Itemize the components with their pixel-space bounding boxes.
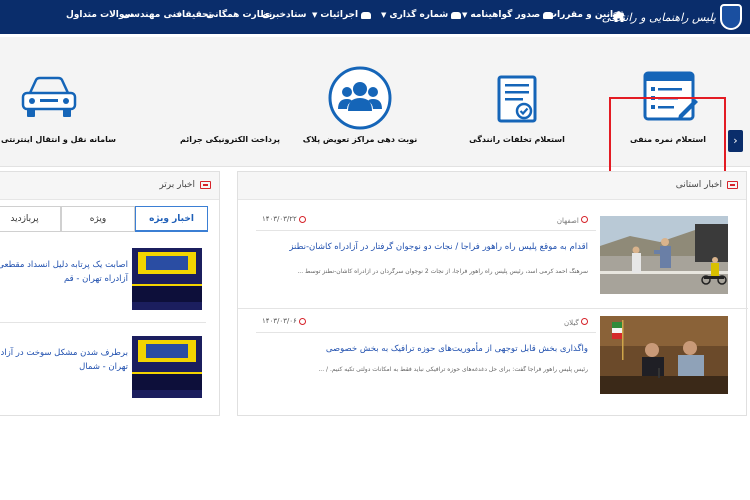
car-icon (543, 11, 554, 19)
news-title[interactable]: اقدام به موقع پلیس راه راهور فراجا / نجا… (248, 240, 588, 254)
news-date: ۱۴۰۳/۰۳/۰۶ (262, 317, 306, 325)
service-fine-payment[interactable]: پرداخت الکترونیکی جرائم (165, 37, 295, 167)
top-news-panel: اخبار برتر اخبار ویژه ویژه پربازدید اصاب… (0, 171, 220, 416)
news-province: اصفهان (557, 216, 588, 225)
service-vehicle-transfer[interactable]: سامانه نقل و انتقال اینترنتی خودرو (0, 37, 116, 167)
divider (0, 322, 206, 323)
nav-item-laws[interactable]: قوانین و مقررات (548, 10, 625, 20)
news-summary: رئیس پلیس راهور فراجا گفت: برای حل دغدغه… (318, 366, 588, 373)
tab-most-viewed[interactable]: پربازدید (0, 206, 61, 232)
news-item[interactable]: اصفهان ۱۴۰۳/۰۳/۲۲ اقدام به موقع پلیس راه… (238, 210, 748, 302)
location-pin-icon (581, 216, 588, 223)
top-news-tabs: اخبار ویژه ویژه پربازدید (0, 206, 208, 232)
top-news-item[interactable]: برطرف شدن مشکل سوخت در آزادراه تهران - ش… (0, 332, 220, 412)
location-pin-icon (581, 318, 588, 325)
top-navbar: پلیس راهنمایی و رانندگی قوانین و مقررات … (0, 0, 750, 34)
car-icon (451, 11, 462, 19)
chevron-down-icon: ▼ (381, 11, 387, 19)
document-check-icon (497, 75, 537, 123)
chevron-down-icon: ▼ (312, 11, 318, 19)
newspaper-icon (200, 181, 211, 189)
provincial-news-panel: اخبار استانی اصفهان ۱۴۰۳/۰۳/۲۲ اقدام به … (237, 171, 748, 416)
nav-label: قوانین و مقررات (548, 10, 625, 20)
group-users-icon (328, 66, 392, 130)
nav-label: صدور گواهینامه (470, 10, 541, 20)
panel-header: اخبار برتر (0, 172, 219, 200)
news-title[interactable]: واگذاری بخش قابل توجهی از مأموریت‌های حو… (248, 342, 588, 356)
nav-item-plates[interactable]: شماره گذاری ▼ (381, 10, 462, 20)
nav-item-public-oversight[interactable]: نظارت همگانی (206, 10, 272, 20)
panel-title: اخبار استانی (675, 180, 722, 190)
nav-item-faq[interactable]: سوالات متداول (66, 10, 133, 20)
service-label: استعلام تخلفات رانندگی (469, 135, 565, 144)
news-item[interactable]: گیلان ۱۴۰۳/۰۳/۰۶ واگذاری بخش قابل توجهی … (238, 312, 748, 404)
news-thumbnail[interactable] (600, 316, 728, 394)
nav-item-enforcement[interactable]: اجرائیات ▼ (312, 10, 372, 20)
tab-special[interactable]: ویژه (61, 206, 135, 232)
newspaper-icon (727, 181, 738, 189)
service-label: سامانه نقل و انتقال اینترنتی خودرو (0, 135, 116, 144)
divider (238, 308, 748, 309)
panel-header: اخبار استانی (238, 172, 746, 200)
nav-label: اجرائیات (320, 10, 359, 20)
chevron-down-icon: ▼ (462, 11, 468, 19)
road-rescue-photo (600, 216, 728, 294)
nav-label: شماره گذاری (389, 10, 449, 20)
news-thumbnail[interactable] (600, 216, 728, 294)
service-label: پرداخت الکترونیکی جرائم (179, 135, 281, 144)
nav-item-license[interactable]: صدور گواهینامه ▼ (462, 10, 554, 20)
news-title[interactable]: برطرف شدن مشکل سوخت در آزادراه تهران - ش… (0, 346, 128, 374)
clock-icon (298, 215, 306, 223)
news-summary: سرهنگ احمد کرمی اسد، رئیس پلیس راه راهور… (297, 268, 588, 275)
police-shield-icon (720, 4, 742, 30)
clock-icon (298, 317, 306, 325)
car-icon (361, 11, 372, 19)
tab-featured-news[interactable]: اخبار ویژه (135, 206, 208, 232)
service-label: نوبت دهی مراکز تعویض پلاک (302, 135, 418, 144)
meeting-photo (600, 316, 728, 394)
service-violations-inquiry[interactable]: استعلام تخلفات رانندگی (452, 37, 582, 167)
divider (256, 332, 596, 333)
chevron-right-icon[interactable]: › (728, 130, 743, 152)
top-news-item[interactable]: اصابت یک پرتابه دلیل انسداد مقطعی آزادرا… (0, 244, 220, 324)
divider (256, 230, 596, 231)
news-province: گیلان (564, 318, 588, 327)
panel-title: اخبار برتر (159, 180, 195, 190)
services-band: استعلام نمره منفی استعلام تخلفات رانندگی… (0, 37, 750, 192)
nav-label: نظارت همگانی (206, 10, 273, 20)
news-thumbnail[interactable] (132, 336, 202, 398)
news-title[interactable]: اصابت یک پرتابه دلیل انسداد مقطعی آزادرا… (0, 258, 128, 286)
news-date: ۱۴۰۳/۰۳/۲۲ (262, 215, 306, 223)
service-plate-appointment[interactable]: نوبت دهی مراکز تعویض پلاک (295, 37, 425, 167)
nav-label: سوالات متداول (66, 10, 134, 20)
car-icon (21, 76, 77, 117)
news-thumbnail[interactable] (132, 248, 202, 310)
